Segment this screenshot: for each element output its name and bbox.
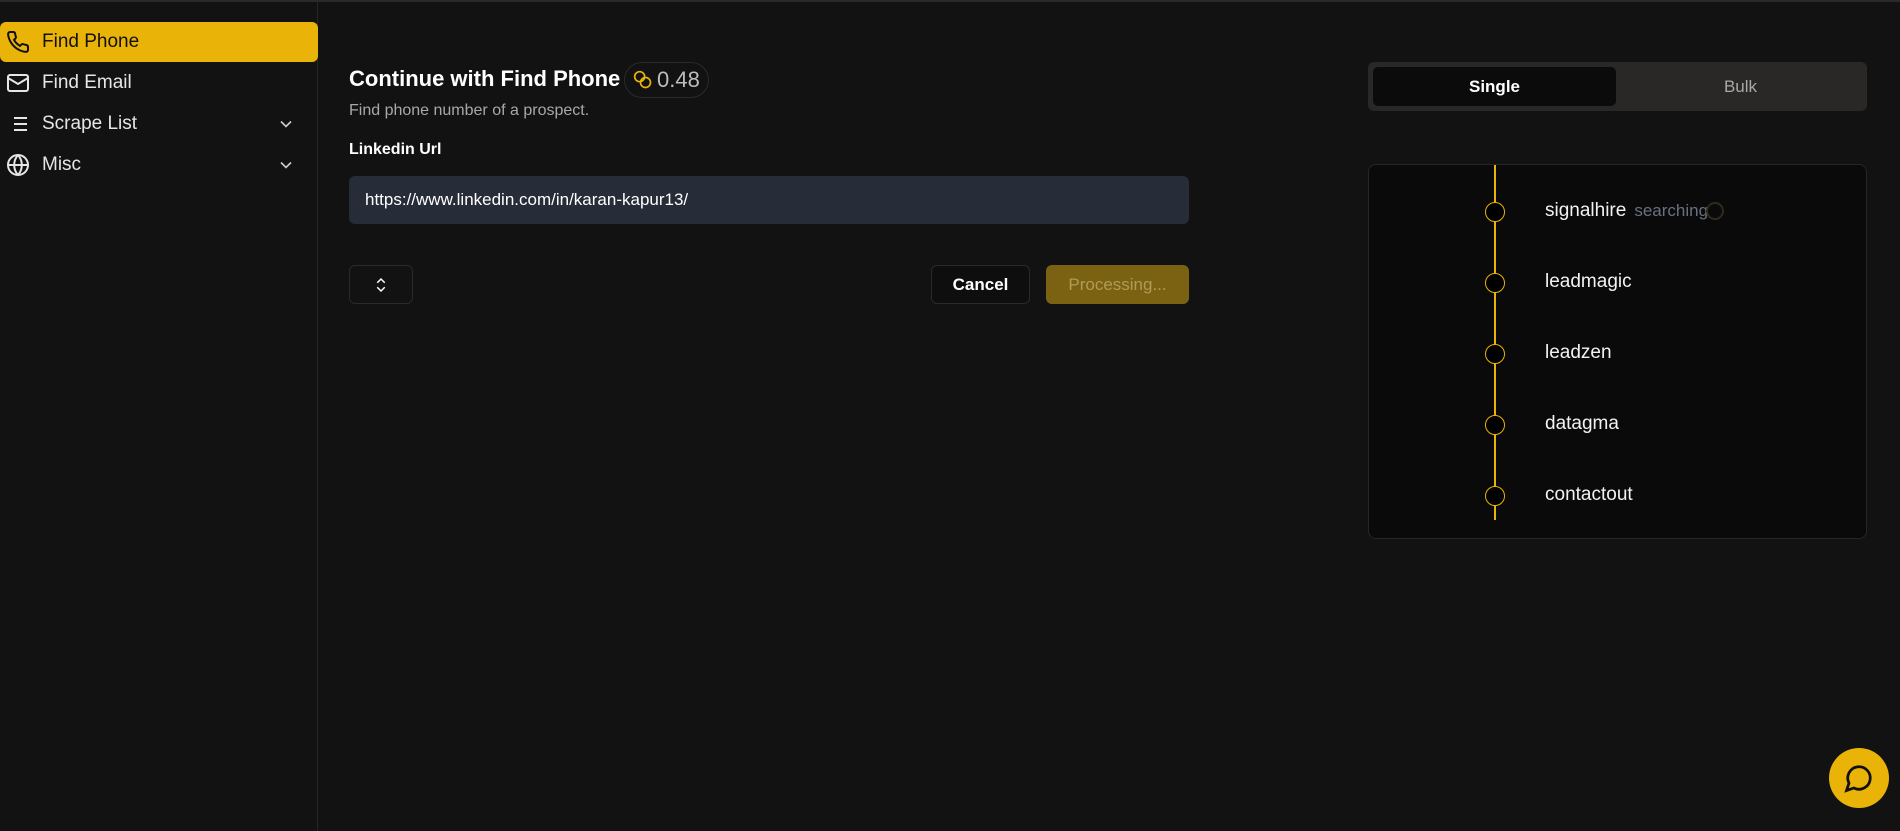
sidebar-item-misc[interactable]: Misc: [0, 145, 318, 185]
page-subtitle: Find phone number of a prospect.: [349, 102, 590, 119]
sidebar-item-label: Find Email: [42, 72, 132, 93]
mode-toggle: Single Bulk: [1368, 62, 1867, 111]
timeline-dot: [1485, 273, 1505, 293]
coins-icon: [633, 70, 652, 89]
provider-item: leadmagic: [1545, 271, 1632, 292]
chat-bubble-icon: [1844, 765, 1872, 793]
timeline-dot: [1485, 486, 1505, 506]
list-icon: [9, 117, 27, 131]
chat-button[interactable]: [1829, 748, 1889, 808]
tab-bulk[interactable]: Bulk: [1619, 67, 1862, 106]
linkedin-url-input[interactable]: [349, 176, 1189, 224]
phone-icon: [7, 30, 30, 53]
loading-spinner-icon: [1706, 201, 1725, 220]
processing-button[interactable]: Processing...: [1046, 265, 1189, 304]
provider-item: contactout: [1545, 484, 1633, 505]
chevron-down-icon: [280, 161, 292, 169]
chevron-down-icon: [280, 120, 292, 128]
tab-single[interactable]: Single: [1373, 67, 1616, 106]
linkedin-url-label: Linkedin Url: [349, 141, 442, 158]
sidebar-item-find-phone[interactable]: Find Phone: [0, 22, 318, 62]
provider-status: searching: [1634, 201, 1709, 220]
mail-icon: [7, 74, 29, 92]
timeline-dot: [1485, 202, 1505, 222]
provider-timeline: signalhire searching leadmagic leadzen da…: [1368, 164, 1867, 539]
chevrons-up-down-icon: [376, 277, 386, 292]
sidebar-item-find-email[interactable]: Find Email: [0, 63, 318, 103]
credit-cost-badge: 0.48: [624, 62, 709, 98]
globe-icon: [7, 154, 29, 176]
credit-cost: 0.48: [657, 67, 700, 92]
sidebar-item-label: Misc: [42, 154, 82, 175]
sidebar-item-scrape-list[interactable]: Scrape List: [0, 104, 318, 144]
expand-toggle-button[interactable]: [349, 265, 413, 304]
timeline-dot: [1485, 415, 1505, 435]
page-title: Continue with Find Phone: [349, 66, 621, 91]
provider-item: signalhire searching: [1545, 200, 1725, 222]
cancel-button[interactable]: Cancel: [931, 265, 1030, 304]
timeline-dot: [1485, 344, 1505, 364]
sidebar: Find Phone Find Email Scrape List Misc: [0, 2, 318, 831]
sidebar-item-label: Find Phone: [42, 31, 140, 52]
provider-item: leadzen: [1545, 342, 1612, 363]
provider-item: datagma: [1545, 413, 1619, 434]
sidebar-item-label: Scrape List: [42, 113, 138, 134]
